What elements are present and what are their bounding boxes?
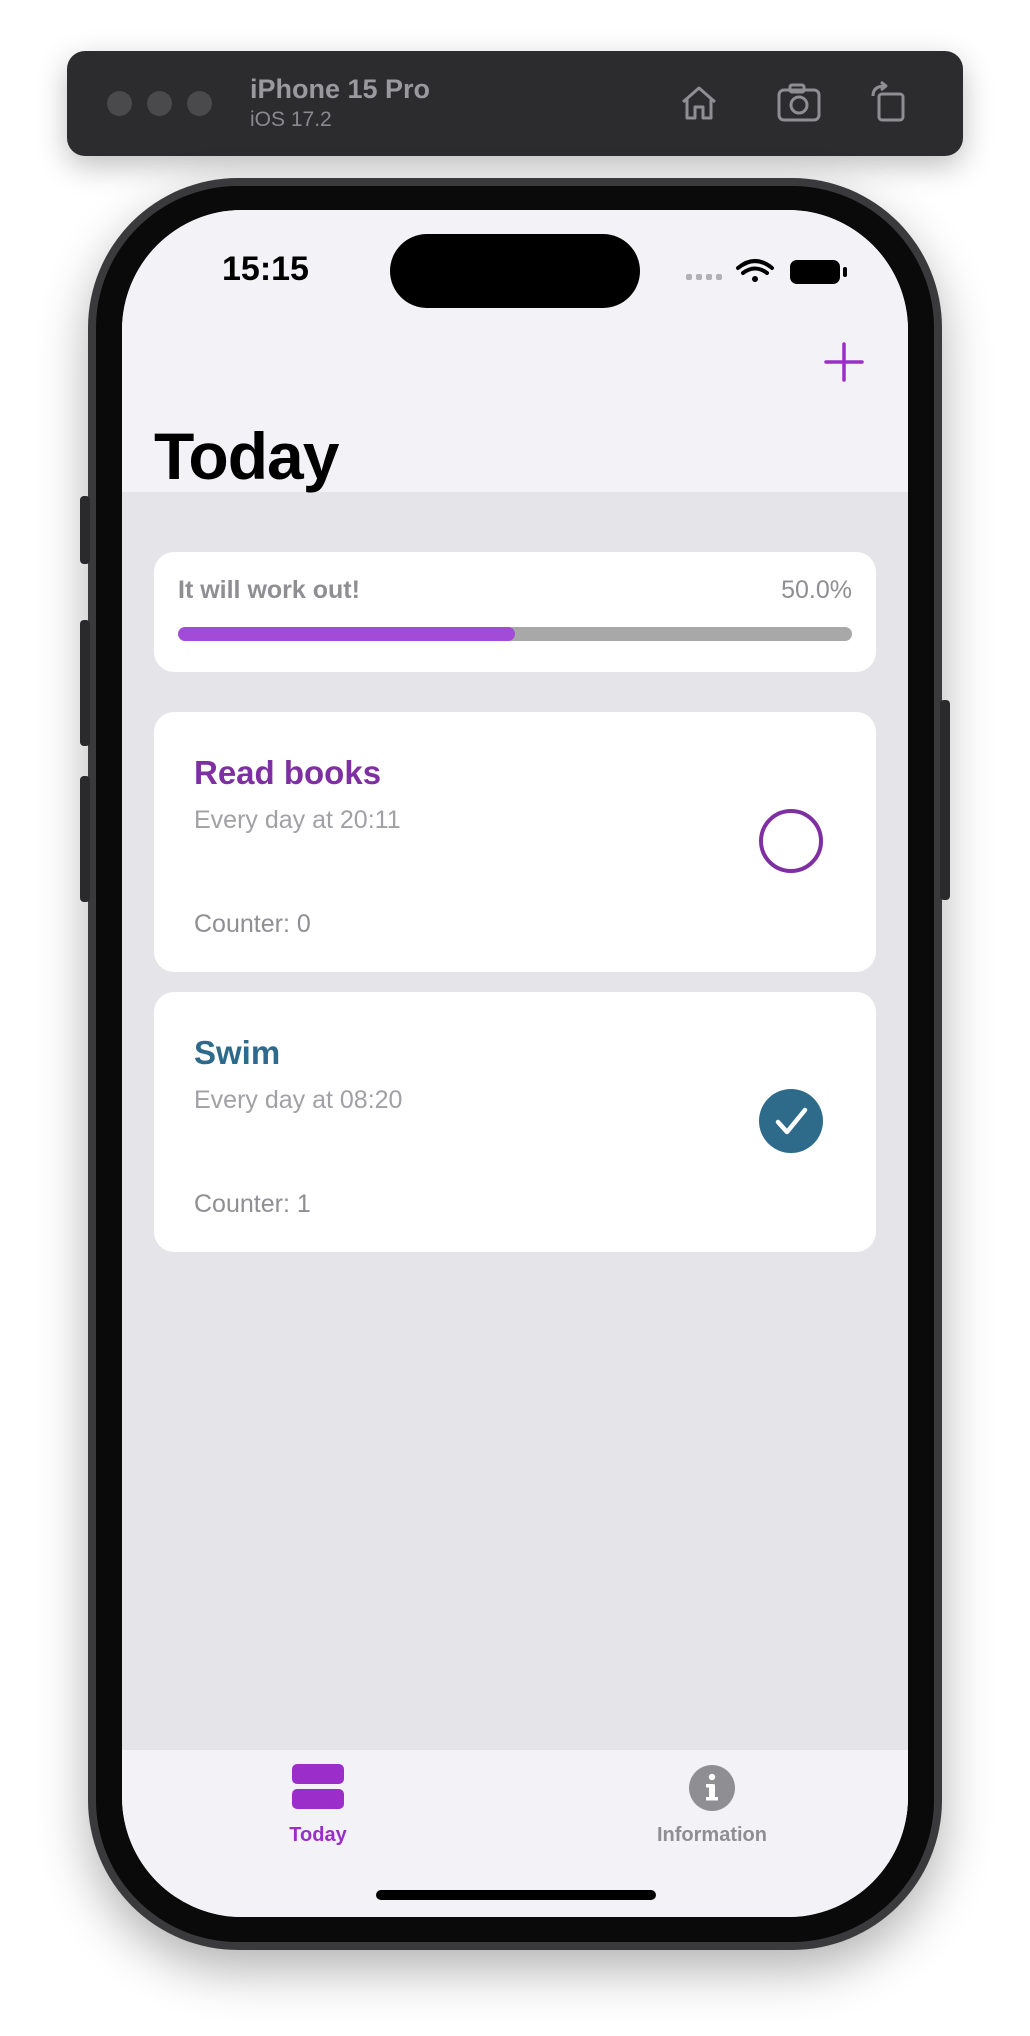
- habit-schedule: Every day at 08:20: [194, 1086, 403, 1114]
- plus-icon[interactable]: [822, 340, 866, 384]
- tab-information[interactable]: Information: [592, 1750, 832, 1860]
- home-indicator: [376, 1890, 656, 1900]
- incomplete-circle-icon[interactable]: [758, 808, 824, 874]
- signal-icon: [686, 274, 722, 280]
- progress-card: It will work out! 50.0%: [154, 552, 876, 672]
- habit-name: Swim: [194, 1034, 281, 1071]
- rotate-icon[interactable]: [867, 80, 913, 126]
- list-icon: [292, 1764, 344, 1809]
- dynamic-island: [390, 234, 640, 308]
- habit-counter: Counter: 0: [194, 910, 311, 938]
- power-button: [940, 700, 950, 900]
- habit-counter: Counter: 1: [194, 1190, 311, 1218]
- habit-name: Read books: [194, 754, 382, 791]
- wifi-icon: [736, 259, 774, 282]
- habit-schedule: Every day at 20:11: [194, 806, 401, 834]
- status-time: 15:15: [222, 250, 309, 288]
- status-icons: [686, 259, 847, 284]
- habit-card-swim[interactable]: Swim Every day at 08:20 Counter: 1: [154, 992, 876, 1252]
- phone-screen: 15:15 Today It will work out! 50.0% Read…: [122, 210, 908, 1917]
- zoom-window-button[interactable]: [187, 91, 212, 116]
- close-window-button[interactable]: [107, 91, 132, 116]
- progress-bar: [178, 627, 852, 641]
- progress-bar-fill: [178, 627, 515, 641]
- home-icon[interactable]: [676, 80, 722, 126]
- action-button: [80, 496, 90, 564]
- tab-label: Information: [657, 1824, 767, 1846]
- volume-down-button: [80, 776, 90, 902]
- simulator-os-version: iOS 17.2: [250, 108, 332, 131]
- page-title: Today: [154, 419, 339, 493]
- minimize-window-button[interactable]: [147, 91, 172, 116]
- simulator-device-name: iPhone 15 Pro: [250, 74, 431, 104]
- volume-up-button: [80, 620, 90, 746]
- info-icon: [689, 1765, 735, 1811]
- screenshot-icon[interactable]: [776, 80, 822, 126]
- progress-percentage: 50.0%: [781, 576, 852, 604]
- progress-label: It will work out!: [178, 576, 360, 604]
- habit-card-read-books[interactable]: Read books Every day at 20:11 Counter: 0: [154, 712, 876, 972]
- battery-icon: [790, 260, 847, 284]
- tab-label: Today: [289, 1824, 347, 1846]
- tab-today[interactable]: Today: [198, 1750, 438, 1860]
- checkmark-circle-icon[interactable]: [758, 1088, 824, 1154]
